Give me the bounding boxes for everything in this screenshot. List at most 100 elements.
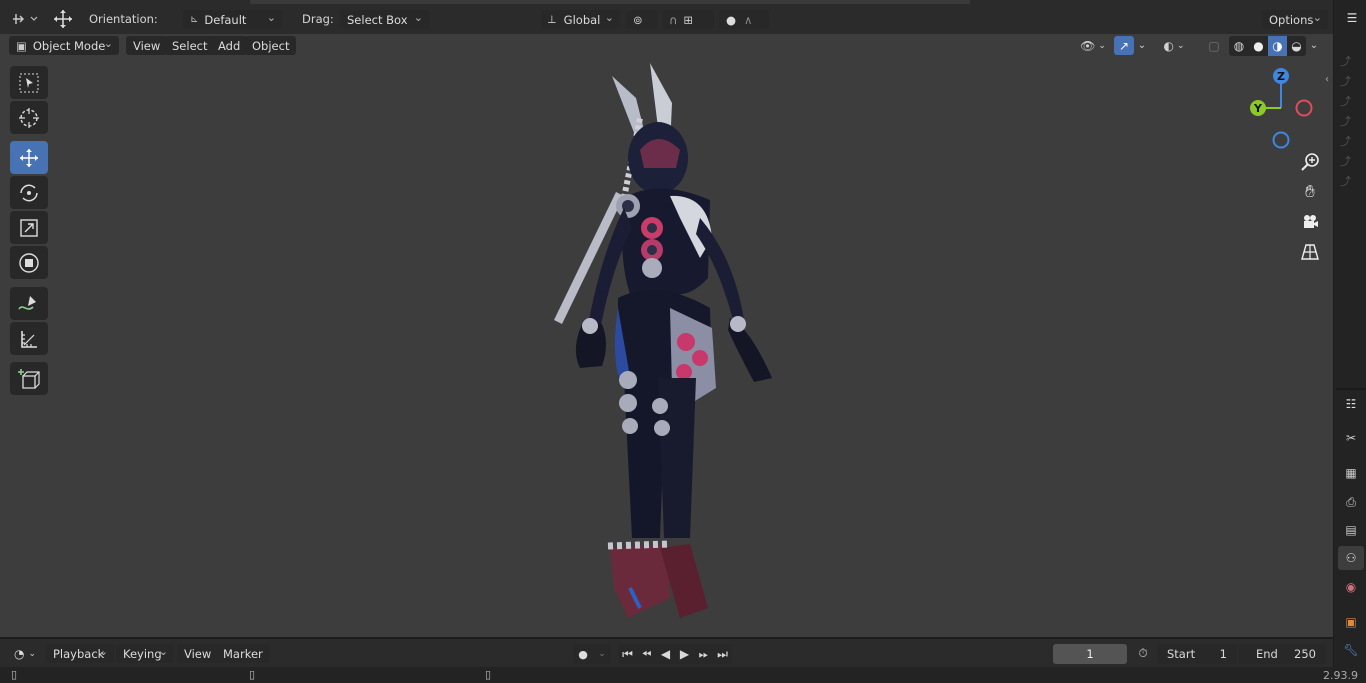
shading-solid[interactable]: ● bbox=[1249, 36, 1268, 56]
gizmo-toggle[interactable]: ↗ bbox=[1114, 36, 1134, 55]
transform-orientation-dropdown[interactable]: ⟂ Global bbox=[541, 10, 620, 29]
tool-select-box[interactable] bbox=[10, 66, 48, 99]
character-model[interactable] bbox=[540, 58, 790, 628]
tool-annotate[interactable] bbox=[10, 287, 48, 320]
tab-scene[interactable]: ⚇ bbox=[1338, 546, 1364, 570]
frame-start-value: 1 bbox=[1219, 647, 1227, 661]
menu-view[interactable]: View bbox=[126, 36, 168, 55]
overlays-dropdown[interactable]: ◐ ⌄ bbox=[1158, 36, 1190, 55]
tab-render[interactable]: ▦ bbox=[1338, 461, 1364, 485]
status-bar bbox=[0, 667, 1366, 683]
tab-view-layer[interactable]: ▤ bbox=[1338, 518, 1364, 542]
global-axes-icon: ⟂ bbox=[548, 12, 556, 26]
tool-cursor[interactable] bbox=[10, 101, 48, 134]
shading-material-preview[interactable]: ◑ bbox=[1268, 36, 1287, 56]
frame-end-field[interactable]: End 250 bbox=[1238, 644, 1326, 664]
tab-modifier[interactable]: 🔧︎ bbox=[1338, 638, 1364, 662]
outliner-restrict-column: ⤴ ⤴ ⤴ ⤴ ⤴ ⤴ ⤴ bbox=[1340, 55, 1351, 188]
tool-rotate[interactable] bbox=[10, 176, 48, 209]
tab-output[interactable]: ⎙ bbox=[1338, 490, 1364, 514]
menu-add[interactable]: Add bbox=[211, 36, 248, 55]
orientation-axes-icon: ⊾ bbox=[190, 14, 199, 25]
tool-icon: ✂︎ bbox=[1345, 431, 1357, 445]
navigation-gizmo[interactable]: Z Y bbox=[1244, 66, 1320, 152]
properties-editor-button[interactable]: ☷ bbox=[1338, 392, 1364, 416]
shading-rendered[interactable]: ◒ bbox=[1287, 36, 1306, 56]
cursor-icon bbox=[19, 107, 39, 128]
tab-world[interactable]: ◉ bbox=[1338, 575, 1364, 599]
pivot-point-dropdown[interactable]: ⊚ bbox=[626, 10, 658, 29]
prev-keyframe-icon: ⏪︎ bbox=[641, 646, 652, 661]
gizmo-icon: ↗ bbox=[1118, 38, 1130, 53]
tool-scale[interactable] bbox=[10, 211, 48, 244]
menu-timeline-view[interactable]: View bbox=[177, 644, 219, 663]
tool-measure[interactable] bbox=[10, 322, 48, 355]
jump-start-button[interactable]: ⏮︎ bbox=[618, 644, 637, 664]
transform-space-value: Global bbox=[563, 12, 601, 27]
tool-move[interactable] bbox=[10, 141, 48, 174]
current-frame-field[interactable]: 1 bbox=[1053, 644, 1127, 664]
zoom-button[interactable] bbox=[1296, 148, 1324, 176]
prev-keyframe-button[interactable]: ⏪︎ bbox=[637, 644, 656, 664]
select-box-icon bbox=[19, 73, 39, 92]
drag-value: Select Box bbox=[347, 12, 408, 27]
menu-playback[interactable]: Playback bbox=[46, 644, 114, 663]
menu-select[interactable]: Select bbox=[165, 36, 215, 55]
menu-object[interactable]: Object bbox=[245, 36, 297, 55]
tool-transform[interactable] bbox=[10, 246, 48, 279]
menu-keying[interactable]: Keying bbox=[116, 644, 174, 663]
shading-dropdown[interactable]: ⌄ bbox=[1306, 36, 1322, 55]
mouse-left-icon: ▯ bbox=[11, 668, 18, 681]
gizmo-dropdown[interactable]: ⌄ bbox=[1135, 36, 1149, 55]
camera-view-button[interactable] bbox=[1296, 208, 1324, 236]
gizmo-neg-z-axis[interactable] bbox=[1272, 131, 1290, 149]
keying-set-dropdown[interactable]: ⌄ bbox=[593, 644, 611, 664]
preview-range-toggle[interactable]: ⏱︎ bbox=[1133, 644, 1153, 663]
solid-sphere-icon: ● bbox=[1253, 39, 1264, 53]
play-button[interactable]: ▶ bbox=[675, 644, 694, 664]
chevron-left-icon: ‹ bbox=[1325, 73, 1329, 85]
gizmo-z-label: Z bbox=[1277, 70, 1285, 83]
menu-playback-label: Playback bbox=[53, 646, 105, 661]
annotate-icon bbox=[18, 295, 36, 310]
jump-end-button[interactable]: ⏭︎ bbox=[713, 644, 732, 664]
play-reverse-button[interactable]: ◀ bbox=[656, 644, 675, 664]
rendered-sphere-icon: ◒ bbox=[1291, 39, 1302, 53]
gizmo-x-axis[interactable] bbox=[1295, 99, 1313, 117]
menu-marker[interactable]: Marker bbox=[216, 644, 270, 663]
shading-wireframe[interactable]: ◍ bbox=[1229, 36, 1249, 56]
next-keyframe-button[interactable]: ⏩︎ bbox=[694, 644, 713, 664]
tab-tool[interactable]: ✂︎ bbox=[1338, 426, 1364, 450]
perspective-toggle-button[interactable] bbox=[1296, 238, 1324, 266]
overlays-icon: ◐ bbox=[1163, 38, 1174, 53]
mouse-right-icon: ▯ bbox=[485, 668, 492, 681]
view-layer-icon: ▤ bbox=[1345, 523, 1357, 537]
measure-icon bbox=[21, 330, 37, 348]
material-sphere-icon: ◑ bbox=[1272, 39, 1283, 53]
proportional-editing-toggle[interactable]: ● ∧ bbox=[719, 10, 769, 29]
orientation-dropdown[interactable]: ⊾ Default bbox=[183, 10, 282, 29]
play-icon: ▶ bbox=[679, 647, 690, 661]
tab-object[interactable]: ▣ bbox=[1338, 610, 1364, 634]
editor-type-icon[interactable] bbox=[10, 9, 40, 29]
xray-toggle[interactable]: ▢ bbox=[1204, 36, 1224, 55]
move-transform-icon[interactable] bbox=[50, 8, 76, 30]
snap-toggle[interactable]: ∩ ⊞ bbox=[662, 10, 714, 29]
scale-icon bbox=[20, 218, 38, 237]
jump-end-icon: ⏭︎ bbox=[717, 646, 728, 661]
options-dropdown[interactable]: Options bbox=[1262, 10, 1328, 29]
outliner-button[interactable]: ☰ bbox=[1342, 8, 1362, 28]
visibility-dropdown[interactable]: 👁︎ ⌄ bbox=[1077, 36, 1109, 55]
timeline-editor-type[interactable]: ◔ ⌄ bbox=[10, 644, 40, 663]
version-label: 2.93.9 bbox=[1323, 669, 1358, 682]
world-icon: ◉ bbox=[1345, 580, 1357, 594]
sidebar-toggle[interactable]: ‹ bbox=[1322, 72, 1332, 86]
drag-dropdown[interactable]: Select Box bbox=[340, 10, 429, 29]
workspace-tabs-strip[interactable] bbox=[250, 0, 970, 4]
tool-add-cube[interactable] bbox=[10, 362, 48, 395]
proportional-dot-icon: ● bbox=[726, 12, 737, 27]
pan-button[interactable]: ✋︎ bbox=[1296, 178, 1324, 206]
frame-start-field[interactable]: Start 1 bbox=[1157, 644, 1237, 664]
auto-keying-toggle[interactable]: ● bbox=[573, 644, 593, 664]
object-mode-dropdown[interactable]: ▣ Object Mode bbox=[9, 36, 119, 55]
